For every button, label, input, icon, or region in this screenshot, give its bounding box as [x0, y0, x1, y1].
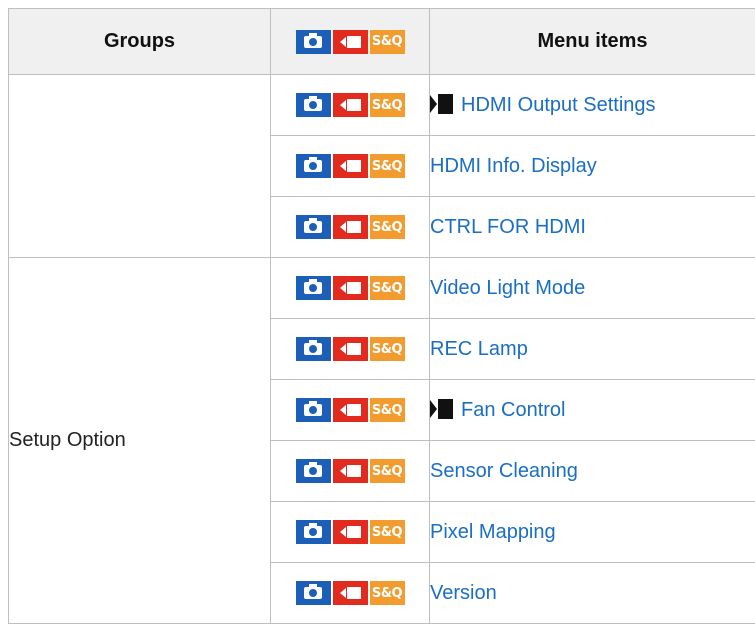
- menu-item-link[interactable]: Pixel Mapping: [430, 521, 556, 543]
- mode-badges: S&Q: [295, 154, 405, 178]
- mode-badges: S&Q: [295, 215, 405, 239]
- mode-badges: S&Q: [295, 29, 405, 54]
- mode-badges-cell: S&Q: [270, 74, 430, 136]
- mode-badges-cell: S&Q: [270, 318, 430, 380]
- movie-mode-icon: [332, 93, 368, 117]
- menu-item-label: Fan Control: [461, 398, 566, 421]
- menu-item-cell: HDMI Output Settings: [429, 74, 755, 136]
- mode-badges: S&Q: [295, 337, 405, 361]
- photo-mode-icon: [295, 276, 331, 300]
- movie-mode-icon: [332, 398, 368, 422]
- mode-badges-header: S&Q: [270, 8, 430, 75]
- photo-mode-icon: [295, 215, 331, 239]
- photo-mode-icon: [295, 459, 331, 483]
- mode-badges: S&Q: [295, 581, 405, 605]
- sq-mode-icon: S&Q: [369, 520, 405, 544]
- movie-mode-icon: [332, 459, 368, 483]
- menu-table: Groups S&Q Menu items S&Q HDMI Output Set…: [8, 8, 755, 624]
- groups-header: Groups: [8, 8, 271, 75]
- mode-badges: S&Q: [295, 459, 405, 483]
- group-cell: [8, 74, 271, 258]
- photo-mode-icon: [295, 337, 331, 361]
- menu-item-link[interactable]: HDMI Info. Display: [430, 155, 597, 177]
- sq-mode-icon: S&Q: [369, 93, 405, 117]
- menu-item-label: REC Lamp: [430, 337, 528, 360]
- menu-item-cell: Version: [429, 562, 755, 624]
- mode-badges: S&Q: [295, 520, 405, 544]
- movie-mode-icon: [332, 215, 368, 239]
- mode-badges-cell: S&Q: [270, 379, 430, 441]
- sq-mode-icon: S&Q: [369, 459, 405, 483]
- header-row: Groups S&Q Menu items: [8, 8, 755, 75]
- menu-item-cell: Video Light Mode: [429, 257, 755, 319]
- mode-badges: S&Q: [295, 398, 405, 422]
- movie-mode-icon: [332, 581, 368, 605]
- menu-item-link[interactable]: Video Light Mode: [430, 277, 585, 299]
- menu-item-cell: HDMI Info. Display: [429, 135, 755, 197]
- table-row: Setup Option S&Q Video Light Mode: [8, 257, 755, 624]
- mode-badges-cell: S&Q: [270, 562, 430, 624]
- sq-mode-icon: S&Q: [369, 276, 405, 300]
- menu-item-cell: CTRL FOR HDMI: [429, 196, 755, 258]
- mode-badges: S&Q: [295, 93, 405, 117]
- movie-mode-icon: [332, 337, 368, 361]
- mode-badges-cell: S&Q: [270, 440, 430, 502]
- sq-mode-icon: S&Q: [369, 581, 405, 605]
- menu-item-cell: Pixel Mapping: [429, 501, 755, 563]
- menu-item-cell: Fan Control: [429, 379, 755, 441]
- menu-item-label: Sensor Cleaning: [430, 459, 578, 482]
- mode-badges-cell: S&Q: [270, 135, 430, 197]
- movie-only-icon: [430, 93, 453, 114]
- menu-item-link[interactable]: HDMI Output Settings: [430, 93, 656, 116]
- sq-mode-icon: S&Q: [369, 154, 405, 178]
- movie-mode-icon: [332, 520, 368, 544]
- menu-item-cell: REC Lamp: [429, 318, 755, 380]
- menu-item-label: HDMI Info. Display: [430, 154, 597, 177]
- menu-item-link[interactable]: REC Lamp: [430, 338, 528, 360]
- mode-badges-cell: S&Q: [270, 196, 430, 258]
- photo-mode-icon: [295, 93, 331, 117]
- menu-item-label: Version: [430, 581, 497, 604]
- movie-only-icon: [430, 398, 453, 419]
- menu-item-link[interactable]: Fan Control: [430, 398, 566, 421]
- photo-mode-icon: [295, 29, 331, 54]
- menu-item-label: Video Light Mode: [430, 276, 586, 299]
- group-cell: Setup Option: [8, 257, 271, 624]
- menu-item-link[interactable]: Sensor Cleaning: [430, 460, 578, 482]
- photo-mode-icon: [295, 154, 331, 178]
- photo-mode-icon: [295, 520, 331, 544]
- mode-badges-cell: S&Q: [270, 257, 430, 319]
- table-row: S&Q HDMI Output Settings: [8, 74, 755, 258]
- menu-item-cell: Sensor Cleaning: [429, 440, 755, 502]
- sq-mode-icon: S&Q: [369, 337, 405, 361]
- menu-item-link[interactable]: Version: [430, 582, 497, 604]
- movie-mode-icon: [332, 29, 368, 54]
- movie-mode-icon: [332, 276, 368, 300]
- menu-item-label: Pixel Mapping: [430, 520, 556, 543]
- menu-items-header: Menu items: [429, 8, 755, 75]
- sq-mode-icon: S&Q: [369, 398, 405, 422]
- sq-mode-icon: S&Q: [369, 29, 405, 54]
- menu-item-label: HDMI Output Settings: [461, 93, 656, 116]
- movie-mode-icon: [332, 154, 368, 178]
- menu-item-link[interactable]: CTRL FOR HDMI: [430, 216, 586, 238]
- mode-badges: S&Q: [295, 276, 405, 300]
- photo-mode-icon: [295, 398, 331, 422]
- sq-mode-icon: S&Q: [369, 215, 405, 239]
- photo-mode-icon: [295, 581, 331, 605]
- mode-badges-cell: S&Q: [270, 501, 430, 563]
- menu-item-label: CTRL FOR HDMI: [430, 215, 586, 238]
